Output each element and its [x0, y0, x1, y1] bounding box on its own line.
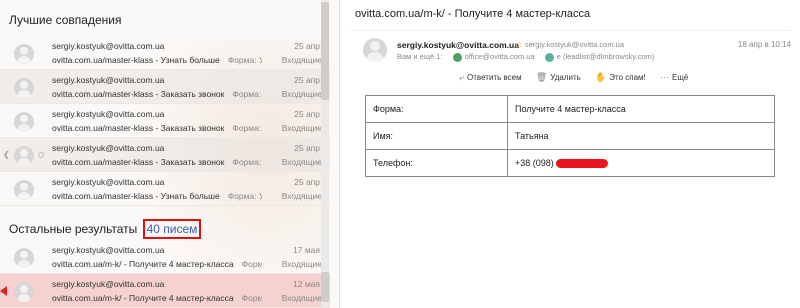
message-folder: Входящие	[281, 259, 322, 269]
message-date: 25 апр	[294, 177, 320, 187]
select-checkbox[interactable]	[38, 152, 44, 158]
avatar	[14, 282, 34, 302]
message-subject: ovitta.com.ua/master-klass - Узнать боль…	[52, 191, 262, 201]
message-from: sergiy.kostyuk@ovitta.com.ua	[52, 143, 165, 153]
avatar	[14, 44, 34, 64]
message-subject: ovitta.com.ua/master-klass - Заказать зв…	[52, 157, 262, 167]
message-row[interactable]: sergiy.kostyuk@ovitta.com.ua ovitta.com.…	[0, 36, 330, 70]
message-date: 17 мая	[293, 245, 320, 255]
message-subject: ovitta.com.ua/m-k/ - Получите 4 мастер-к…	[52, 293, 262, 303]
redaction-scribble	[555, 159, 608, 169]
table-value: Татьяна	[507, 122, 775, 150]
message-date: 25 апр	[294, 41, 320, 51]
avatar	[14, 248, 34, 268]
thumb-down-icon: ✋	[595, 72, 607, 82]
scrollbar-thumb-lower[interactable]	[321, 272, 329, 302]
other-results-title: Остальные результаты 40 писем	[9, 219, 202, 239]
message-title: ovitta.com.ua/m-k/ - Получите 4 мастер-к…	[355, 8, 591, 20]
recipient-1[interactable]: office@ovitta.com.ua	[465, 52, 535, 61]
delete-button[interactable]: 🗑 Удалить	[536, 72, 581, 83]
reply-all-button[interactable]: ⤶ Ответить всем	[459, 72, 522, 83]
message-folder: Входящие	[281, 55, 322, 65]
table-value: +38 (098)	[507, 149, 775, 177]
message-from: sergiy.kostyuk@ovitta.com.ua	[52, 41, 165, 51]
more-dots-icon: ···	[659, 72, 669, 82]
sender-name[interactable]: sergiy.kostyuk@ovitta.com.ua	[397, 40, 519, 50]
recipient-avatar-icon	[544, 52, 554, 62]
message-subject: ovitta.com.ua/master-klass - Узнать боль…	[52, 55, 262, 65]
message-folder: Входящие	[281, 123, 322, 133]
table-value: Получите 4 мастер-класса	[507, 95, 775, 123]
table-key: Форма:	[365, 95, 508, 123]
results-count-link[interactable]: 40 писем	[142, 219, 202, 239]
message-from: sergiy.kostyuk@ovitta.com.ua	[52, 75, 165, 85]
message-from: sergiy.kostyuk@ovitta.com.ua	[52, 177, 165, 187]
message-subject: ovitta.com.ua/master-klass - Заказать зв…	[52, 123, 262, 133]
table-row: Форма: Получите 4 мастер-класса	[365, 95, 775, 123]
spam-button[interactable]: ✋ Это спам!	[595, 72, 646, 83]
avatar	[14, 112, 34, 132]
more-button[interactable]: ··· Ещё	[660, 72, 688, 82]
form-data-table: Форма: Получите 4 мастер-класса Имя: Тат…	[365, 95, 775, 177]
selected-arrow-icon	[0, 286, 7, 296]
sender-avatar[interactable]	[363, 38, 387, 62]
message-row[interactable]: ❮ sergiy.kostyuk@ovitta.com.ua ovitta.co…	[0, 138, 330, 172]
expand-chevron-icon[interactable]: ❮	[3, 150, 10, 159]
message-folder: Входящие	[281, 89, 322, 99]
sender-address: ☆ sergiy.kostyuk@ovitta.com.ua	[516, 40, 625, 49]
message-date: 25 апр	[294, 75, 320, 85]
table-key: Имя:	[365, 122, 508, 150]
message-row[interactable]: sergiy.kostyuk@ovitta.com.ua ovitta.com.…	[0, 240, 330, 274]
message-row-selected[interactable]: sergiy.kostyuk@ovitta.com.ua ovitta.com.…	[0, 274, 330, 308]
search-results-pane: Лучшие совпадения sergiy.kostyuk@ovitta.…	[0, 0, 340, 308]
scrollbar-thumb[interactable]	[321, 2, 329, 100]
recipients-line: Вам и ещё 1: office@ovitta.com.ua e (lea…	[397, 52, 655, 62]
message-date: 25 апр	[294, 109, 320, 119]
best-matches-title: Лучшие совпадения	[9, 13, 122, 27]
message-date: 12 мая	[293, 279, 320, 289]
table-row: Имя: Татьяна	[365, 122, 775, 150]
table-key: Телефон:	[365, 149, 508, 177]
message-from: sergiy.kostyuk@ovitta.com.ua	[52, 279, 165, 289]
avatar	[14, 146, 34, 166]
message-toolbar: ⤶ Ответить всем 🗑 Удалить ✋ Это спам! ··· Ещ…	[459, 72, 700, 83]
trash-icon: 🗑	[535, 72, 548, 82]
recipient-avatar-icon	[452, 52, 462, 62]
message-folder: Входящие	[281, 191, 322, 201]
message-date: 18 апр в 10:14	[737, 40, 791, 49]
message-date: 25 апр	[294, 143, 320, 153]
message-row[interactable]: sergiy.kostyuk@ovitta.com.ua ovitta.com.…	[0, 172, 330, 206]
divider	[351, 30, 790, 31]
message-row[interactable]: sergiy.kostyuk@ovitta.com.ua ovitta.com.…	[0, 104, 330, 138]
star-icon[interactable]: ☆	[516, 40, 523, 49]
message-subject: ovitta.com.ua/m-k/ - Получите 4 мастер-к…	[52, 259, 262, 269]
table-row: Телефон: +38 (098)	[365, 149, 775, 177]
avatar	[14, 180, 34, 200]
message-folder: Входящие	[281, 293, 322, 303]
avatar	[14, 78, 34, 98]
message-from: sergiy.kostyuk@ovitta.com.ua	[52, 245, 165, 255]
message-row[interactable]: sergiy.kostyuk@ovitta.com.ua ovitta.com.…	[0, 70, 330, 104]
message-from: sergiy.kostyuk@ovitta.com.ua	[52, 109, 165, 119]
scrollbar[interactable]	[321, 0, 329, 308]
recipient-2[interactable]: leadlist@dlmbrowsky.com	[566, 52, 652, 61]
message-subject: ovitta.com.ua/master-klass - Заказать зв…	[52, 89, 262, 99]
message-folder: Входящие	[281, 157, 322, 167]
reply-all-icon: ⤶	[459, 72, 465, 82]
message-view: ovitta.com.ua/m-k/ - Получите 4 мастер-к…	[341, 0, 800, 308]
